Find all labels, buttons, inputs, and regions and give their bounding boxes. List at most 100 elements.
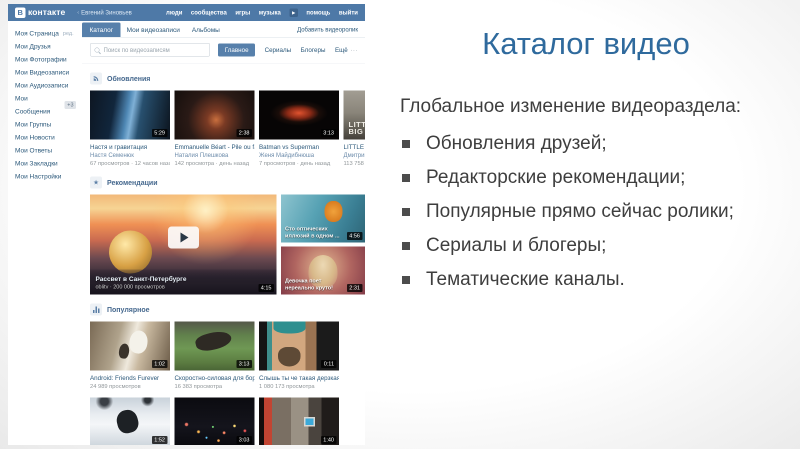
star-icon: ★: [90, 176, 102, 189]
section-header-updates: Обновления: [90, 72, 365, 85]
video-title[interactable]: Сто оптических иллюзий в одном ...: [285, 226, 340, 240]
video-card[interactable]: Сто оптических иллюзий в одном ... 4:56: [281, 194, 365, 243]
video-author[interactable]: Настя Семенюк: [90, 151, 170, 159]
video-author[interactable]: Женя Майдибнюша: [259, 151, 339, 159]
video-card[interactable]: 0:11 Слышь ты че такая дерзкая? 1 080 17…: [259, 321, 339, 391]
sidebar-item-photos[interactable]: Мои Фотографии: [15, 53, 82, 66]
video-card[interactable]: 3:13 Batman vs Superman Женя Майдибнюша …: [259, 90, 339, 168]
video-title[interactable]: Слышь ты че такая дерзкая?: [259, 374, 339, 382]
video-title[interactable]: Batman vs Superman: [259, 143, 339, 151]
sidebar-item-news[interactable]: Мои Новости: [15, 131, 82, 144]
ellipsis-icon: ···: [350, 46, 358, 54]
sidebar-item-messages[interactable]: Мои Сообщения +3: [15, 92, 82, 118]
tab-albums[interactable]: Альбомы: [186, 23, 226, 38]
bullet-square-icon: [402, 276, 410, 284]
search-row: Главное Сериалы Блогеры Ещё···: [82, 38, 365, 64]
video-thumbnail[interactable]: 3:13: [259, 90, 339, 140]
duration-badge: 1:02: [151, 360, 168, 368]
video-title[interactable]: Emmanuelle Béart - Pile ou face (В...: [175, 143, 255, 151]
play-button-icon[interactable]: [167, 226, 199, 249]
video-card[interactable]: Девочка поет нереально круто! 2:31: [281, 246, 365, 295]
topbar-link-logout[interactable]: выйти: [339, 9, 358, 16]
sidebar-item-bookmarks[interactable]: Мои Закладки: [15, 157, 82, 170]
video-thumbnail[interactable]: 3:13: [174, 321, 255, 371]
video-thumbnail[interactable]: 0:11: [259, 321, 339, 371]
topbar-link-games[interactable]: игры: [235, 9, 250, 16]
video-card[interactable]: 1:52 Хитрый пингвин (8 сек) 5 847 просмо…: [90, 397, 170, 445]
sidebar-item-my-page[interactable]: Моя Страница ред.: [15, 27, 82, 40]
video-title[interactable]: LITTLE BI: [344, 143, 366, 151]
video-title[interactable]: Скоростно-силовая для борцов .: [175, 374, 255, 382]
player-play-icon[interactable]: ▶: [289, 8, 298, 17]
topbar-link-people[interactable]: люди: [166, 9, 182, 16]
video-card[interactable]: 2:38 Emmanuelle Béart - Pile ou face (В.…: [174, 90, 255, 168]
video-card[interactable]: 1:40 Как сдают бутылки в Германии 27 459…: [259, 397, 339, 445]
video-thumbnail[interactable]: 3:03: [174, 397, 255, 445]
video-thumbnail[interactable]: 1:02: [90, 321, 170, 371]
tab-catalog[interactable]: Каталог: [82, 22, 121, 37]
video-card[interactable]: 3:03 Новый 2015 год Актау время 00:00,..…: [174, 397, 255, 445]
sidebar-item-friends[interactable]: Мои Друзья: [15, 40, 82, 53]
sidebar-item-audio[interactable]: Мои Аудиозаписи: [15, 79, 82, 92]
bullet-item: Тематические каналы.: [398, 269, 774, 291]
rss-icon: [90, 72, 102, 85]
video-meta: 24 989 просмотров: [90, 383, 141, 390]
video-card[interactable]: 5:29 Настя и гравитация Настя Семенюк 67…: [90, 90, 170, 168]
sidebar-item-groups[interactable]: Мои Группы: [15, 118, 82, 131]
video-meta: 67 просмотров · 12 часов назад: [90, 160, 170, 167]
bullet-item: Популярные прямо сейчас ролики;: [398, 201, 774, 223]
bullet-square-icon: [402, 208, 410, 216]
section-title: Популярное: [107, 305, 150, 314]
topbar-link-help[interactable]: помощь: [306, 9, 330, 16]
messages-count-badge: +3: [64, 101, 76, 109]
video-title[interactable]: Android: Friends Furever: [90, 374, 170, 382]
slide-text-panel: Каталог видео Глобальное изменение видео…: [378, 0, 800, 449]
topbar-link-communities[interactable]: сообщества: [191, 9, 227, 16]
video-thumbnail[interactable]: 2:38: [174, 90, 255, 140]
sidebar-item-settings[interactable]: Мои Настройки: [15, 170, 82, 183]
section-title: Обновления: [107, 74, 151, 83]
bullet-text: Редакторские рекомендации;: [426, 167, 686, 188]
topbar-link-music[interactable]: музыка: [259, 9, 281, 16]
bullet-item: Сериалы и блогеры;: [398, 235, 774, 257]
vk-logo[interactable]: В контакте: [15, 7, 65, 18]
filter-series[interactable]: Сериалы: [265, 46, 292, 53]
video-search-input[interactable]: [90, 43, 211, 57]
sidebar-item-replies[interactable]: Мои Ответы: [15, 144, 82, 157]
video-card[interactable]: 3:13 Скоростно-силовая для борцов . 16 3…: [174, 321, 255, 391]
video-thumbnail[interactable]: LITTLE BIG: [343, 90, 365, 140]
add-video-link[interactable]: Добавить видеоролик: [297, 26, 358, 37]
video-thumbnail[interactable]: 1:40: [259, 397, 339, 445]
video-thumbnail[interactable]: 1:52: [90, 397, 170, 445]
video-title[interactable]: Рассвет в Санкт-Петербурге: [96, 275, 247, 283]
back-arrow-icon: ‹: [77, 9, 80, 16]
sidebar-item-label: Мои Закладки: [15, 159, 58, 168]
slide-intro: Глобальное изменение видеораздела:: [400, 96, 742, 117]
video-title[interactable]: Настя и гравитация: [90, 143, 170, 151]
duration-badge: 4:15: [258, 284, 274, 292]
topbar-user[interactable]: ‹ Евгений Зиновьев: [77, 9, 132, 16]
topbar-menu: люди сообщества игры музыка ▶ помощь вый…: [166, 8, 358, 17]
updates-row: 5:29 Настя и гравитация Настя Семенюк 67…: [90, 90, 366, 168]
sidebar-item-videos[interactable]: Мои Видеозаписи: [15, 66, 82, 79]
vk-sidebar: Моя Страница ред. Мои Друзья Мои Фотогра…: [8, 21, 82, 445]
filter-main-button[interactable]: Главное: [218, 43, 256, 57]
video-author[interactable]: Наталия Плешкова: [175, 151, 255, 159]
video-meta: 1 080 173 просмотра: [259, 383, 315, 390]
video-author[interactable]: Дмитрий: [344, 151, 366, 159]
tab-my-videos[interactable]: Мои видеозаписи: [121, 23, 186, 38]
featured-video[interactable]: Рассвет в Санкт-Петербурге oblitv · 200 …: [90, 194, 277, 295]
video-card-clipped[interactable]: LITTLE BIG LITTLE BI Дмитрий 113 758 п н…: [343, 90, 366, 168]
filter-bloggers[interactable]: Блогеры: [301, 46, 326, 53]
video-title[interactable]: Девочка поет нереально круто!: [285, 278, 340, 292]
popular-row-1: 1:02 Android: Friends Furever 24 989 про…: [90, 321, 365, 391]
video-thumbnail[interactable]: 5:29: [90, 90, 170, 140]
duration-badge: 2:31: [346, 284, 363, 292]
duration-badge: 5:29: [151, 129, 168, 137]
edit-link[interactable]: ред.: [63, 27, 74, 40]
filter-more[interactable]: Ещё ···: [335, 46, 358, 53]
duration-badge: 3:13: [236, 360, 252, 368]
video-meta: 16 383 просмотра: [174, 383, 223, 390]
video-card[interactable]: 1:02 Android: Friends Furever 24 989 про…: [90, 321, 170, 391]
section-title: Рекомендации: [107, 178, 158, 187]
